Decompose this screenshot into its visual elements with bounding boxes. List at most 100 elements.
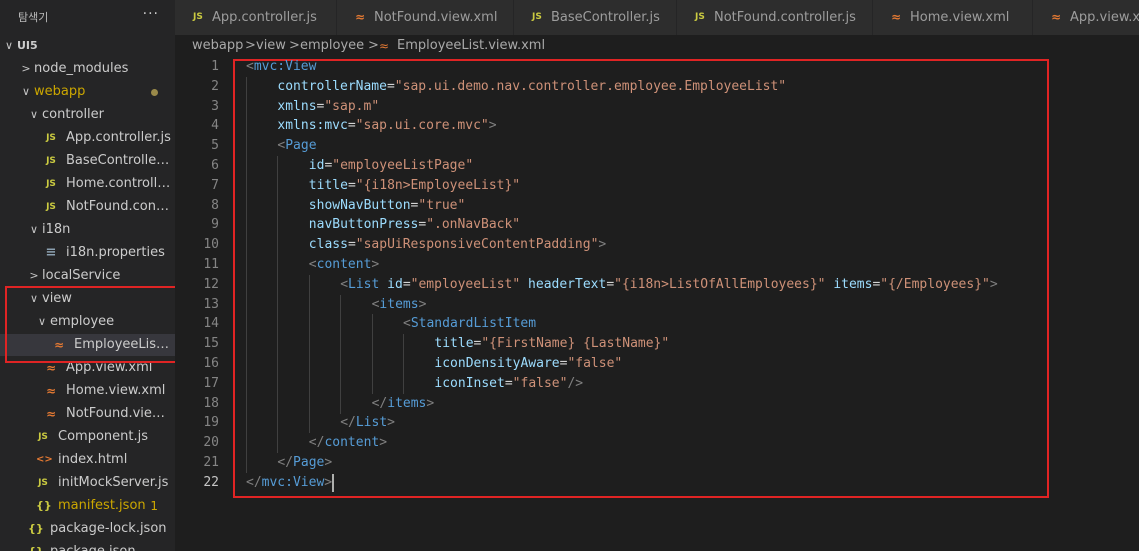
editor-tab[interactable]: ≈ Home.view.xml: [873, 0, 1033, 35]
curly-braces-icon: {}: [28, 541, 44, 551]
code-editor[interactable]: 1 <mvc:View 2 controllerName="sap.ui.demo.n…: [175, 57, 1139, 551]
indent-guide: [277, 274, 279, 295]
line-number: 9: [211, 217, 219, 233]
explorer-title: 탐색기: [18, 11, 49, 24]
chevron-down-icon: ∨: [21, 85, 31, 98]
tree-file-item[interactable]: ≡ i18n.properties: [0, 242, 175, 264]
indent-guide: [246, 175, 247, 196]
indent-guide: [277, 195, 279, 216]
tree-folder-item[interactable]: ∨ controller: [0, 104, 175, 126]
tree-file-item[interactable]: JS BaseController.js: [0, 150, 175, 172]
breadcrumb-file[interactable]: EmployeeList.view.xml: [397, 35, 545, 57]
indent-guide: [308, 294, 310, 315]
breadcrumb-separator: >: [245, 38, 256, 53]
tree-file-item[interactable]: {} package.json: [0, 541, 175, 551]
indent-guide: [308, 274, 310, 295]
tree-file-item[interactable]: JS App.controller.js: [0, 127, 175, 149]
line-number: 17: [203, 375, 219, 391]
line-number: 16: [203, 356, 219, 371]
tree-folder-item[interactable]: ∨ i18n: [0, 219, 175, 241]
indent-guide: [277, 314, 279, 335]
code-line: </items>: [371, 395, 435, 411]
indent-guide: [340, 354, 342, 374]
editor-tab[interactable]: ≈ NotFound.view.xml: [337, 0, 514, 35]
indent-guide: [277, 393, 279, 414]
indent-guide: [277, 433, 279, 454]
breadcrumb: webapp > view > employee > ≈ EmployeeList.view.…: [175, 35, 1139, 57]
breadcrumb-folder[interactable]: view: [256, 35, 286, 57]
indent-guide: [308, 354, 310, 374]
tree-folder-item[interactable]: ∨ webapp: [0, 81, 175, 103]
tree-file-item[interactable]: {} package-lock.json: [0, 518, 175, 540]
tree-item-label: NotFound.controll...: [66, 199, 171, 214]
indent-guide: [246, 195, 247, 216]
tree-file-item[interactable]: <> index.html: [0, 449, 175, 471]
indent-guide: [246, 235, 247, 256]
indent-guide: [246, 136, 247, 157]
indent-guide: [277, 255, 279, 275]
line-number: 2: [211, 78, 219, 94]
indent-guide: [403, 354, 404, 374]
tree-item-label: Home.controller.js: [66, 176, 171, 191]
line-number: 21: [203, 455, 219, 470]
indent-guide: [246, 354, 247, 374]
more-actions-icon[interactable]: ···: [143, 6, 159, 22]
indent-guide: [246, 334, 247, 355]
explorer-header: 탐색기 ···: [0, 0, 175, 35]
tree-file-item[interactable]: JS initMockServer.js: [0, 472, 175, 494]
code-line: id="employeeListPage": [308, 158, 474, 173]
tree-file-item[interactable]: JS Component.js: [0, 426, 175, 448]
tree-root-ui5[interactable]: ∨ UI5: [0, 35, 175, 57]
indent-guide: [340, 393, 342, 414]
explorer-sidebar: 탐색기 ··· ∨ UI5 > node_modules ∨ webapp ∨ control…: [0, 0, 175, 551]
code-line: <Page: [277, 138, 317, 154]
tree-item-label: initMockServer.js: [58, 475, 169, 490]
indent-guide: [246, 76, 247, 97]
code-line: </mvc:View>: [246, 474, 333, 490]
line-number: 11: [203, 257, 219, 272]
chevron-right-icon: >: [29, 269, 39, 282]
indent-guide: [246, 373, 247, 394]
line-number: 10: [203, 237, 219, 253]
rss-icon: ≈: [45, 384, 57, 398]
indent-guide: [277, 354, 279, 374]
indent-guide: [246, 116, 247, 137]
indent-guide: [246, 393, 247, 414]
tree-folder-item[interactable]: > localService: [0, 265, 175, 287]
breadcrumb-folder[interactable]: webapp: [192, 35, 243, 57]
indent-guide: [246, 453, 247, 473]
chevron-right-icon: >: [21, 62, 31, 75]
code-line: xmlns="sap.m": [277, 98, 380, 114]
code-line: iconInset="false"/>: [434, 375, 584, 391]
tree-file-item[interactable]: JS NotFound.controll...: [0, 196, 175, 218]
tree-file-item[interactable]: JS Home.controller.js: [0, 173, 175, 195]
editor-tab[interactable]: JS App.controller.js: [175, 0, 337, 35]
tree-item-label: node_modules: [34, 61, 129, 76]
tree-file-item[interactable]: ≈ NotFound.view.xml: [0, 403, 175, 425]
line-number: 4: [211, 118, 219, 134]
line-number: 5: [211, 138, 219, 154]
tree-item-label: i18n.properties: [66, 245, 165, 260]
indent-guide: [277, 413, 279, 434]
breadcrumb-folder[interactable]: employee: [300, 35, 364, 57]
chevron-down-icon: ∨: [29, 108, 39, 121]
editor-tab[interactable]: ≈ App.view.xml: [1033, 0, 1139, 35]
js-file-icon: JS: [46, 202, 56, 212]
tab-label: NotFound.view.xml: [374, 10, 498, 25]
code-line: </List>: [340, 415, 395, 431]
indent-guide: [340, 334, 342, 355]
chevron-down-icon: ∨: [29, 223, 39, 236]
rss-icon: ≈: [891, 10, 902, 24]
tab-label: NotFound.controller.js: [714, 10, 856, 25]
editor-tab[interactable]: JS NotFound.controller.js: [677, 0, 873, 35]
indent-guide: [403, 373, 404, 394]
tree-folder-item[interactable]: > node_modules: [0, 58, 175, 80]
tree-file-item[interactable]: {} manifest.json 1: [0, 495, 175, 517]
editor-tab[interactable]: JS BaseController.js: [514, 0, 677, 35]
indent-guide: [277, 235, 279, 256]
code-line: iconDensityAware="false": [434, 356, 623, 371]
tree-item-label: Home.view.xml: [66, 383, 166, 398]
tree-file-item[interactable]: ≈ Home.view.xml: [0, 380, 175, 402]
text-cursor: [332, 473, 335, 492]
rss-icon: ≈: [355, 10, 366, 24]
